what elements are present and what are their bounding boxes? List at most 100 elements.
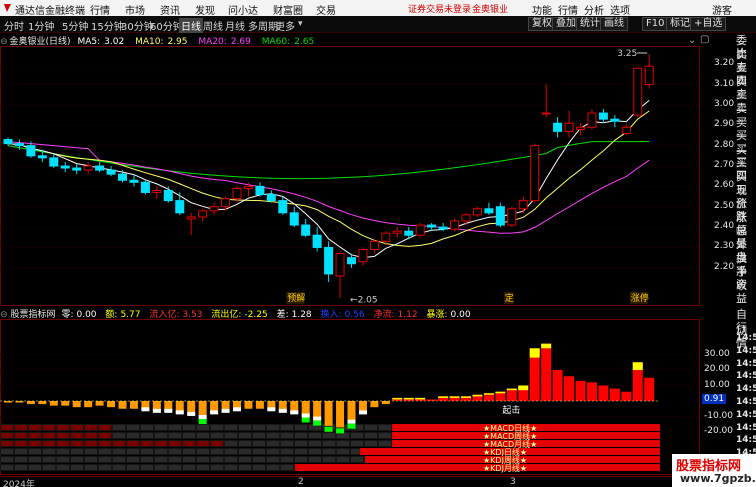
candle[interactable] xyxy=(106,166,116,177)
indicator-bar[interactable] xyxy=(301,401,310,423)
chart-expand-icon[interactable]: ▢ xyxy=(700,34,709,45)
period-tab-60min[interactable]: 60分钟 xyxy=(150,18,183,33)
indicator-bar[interactable] xyxy=(49,401,58,406)
period-tab-30min[interactable]: 30分钟 xyxy=(121,18,154,33)
candle[interactable] xyxy=(175,192,185,215)
indicator-chart[interactable]: ★MACD日线★★MACD周线★★MACD月线★★KDJ日线★★KDJ周线★★K… xyxy=(0,319,700,475)
period-tab-weekly[interactable]: 周线 xyxy=(203,18,223,33)
indicator-bar[interactable] xyxy=(290,401,299,415)
candle[interactable] xyxy=(621,123,631,136)
indicator-bar[interactable] xyxy=(381,401,390,405)
candle[interactable] xyxy=(461,212,471,226)
period-tab-more[interactable]: 更多 xyxy=(275,18,295,33)
period-tab-monthly[interactable]: 月线 xyxy=(225,18,245,33)
candle[interactable] xyxy=(209,202,219,215)
indicator-bar[interactable] xyxy=(107,401,116,408)
indicator-bar[interactable] xyxy=(461,396,471,401)
menu-item-discover[interactable]: 发现 xyxy=(195,2,215,17)
event-tag-label[interactable]: 预解 xyxy=(287,292,305,304)
menu-item-quote[interactable]: 行情 xyxy=(558,2,578,17)
candle[interactable] xyxy=(301,218,311,238)
candle[interactable] xyxy=(450,218,460,232)
indicator-bar[interactable] xyxy=(187,401,196,416)
candle[interactable] xyxy=(587,108,597,130)
candle[interactable] xyxy=(484,202,494,215)
indicator-bar[interactable] xyxy=(483,393,494,401)
indicator-bar[interactable] xyxy=(129,401,138,409)
candle[interactable] xyxy=(72,163,82,175)
indicator-bar[interactable] xyxy=(61,401,70,406)
candle[interactable] xyxy=(289,206,299,228)
indicator-bar[interactable] xyxy=(267,401,276,412)
candle[interactable] xyxy=(541,84,551,118)
candle[interactable] xyxy=(598,108,608,124)
indicator-bar[interactable] xyxy=(495,391,506,401)
add-watchlist-button[interactable]: +自选 xyxy=(690,17,727,31)
candle[interactable] xyxy=(266,190,276,203)
candle[interactable] xyxy=(140,180,150,195)
candle[interactable] xyxy=(3,137,13,146)
candle[interactable] xyxy=(312,227,322,252)
indicator-bar[interactable] xyxy=(598,385,609,402)
candle[interactable] xyxy=(369,239,379,254)
indicator-bar[interactable] xyxy=(552,370,563,401)
indicator-bar[interactable] xyxy=(38,401,47,405)
candle[interactable] xyxy=(530,143,540,203)
menu-item-options[interactable]: 选项 xyxy=(610,2,630,17)
indicator-bar[interactable] xyxy=(621,391,632,401)
candle[interactable] xyxy=(564,111,574,138)
draw-line-button[interactable]: 画线 xyxy=(600,17,628,31)
indicator-bar[interactable] xyxy=(255,401,264,409)
period-tab-15min[interactable]: 15分钟 xyxy=(91,18,124,33)
event-tag-label[interactable]: 定 xyxy=(505,292,514,304)
indicator-bar[interactable] xyxy=(84,401,93,408)
indicator-bar[interactable] xyxy=(518,385,529,402)
indicator-bar[interactable] xyxy=(72,401,81,408)
indicator-bar[interactable] xyxy=(632,362,643,401)
candle[interactable] xyxy=(404,227,414,240)
candle[interactable] xyxy=(392,227,402,238)
more-dropdown-icon[interactable]: ▾ xyxy=(298,19,303,29)
indicator-bar[interactable] xyxy=(472,394,483,401)
candle[interactable] xyxy=(415,223,425,238)
candle[interactable] xyxy=(644,54,654,89)
indicator-bar[interactable] xyxy=(609,388,620,401)
menu-item-quotes[interactable]: 行情 xyxy=(90,2,110,17)
candle[interactable] xyxy=(335,251,345,299)
candle[interactable] xyxy=(507,206,517,228)
indicator-bar[interactable] xyxy=(347,401,356,429)
candle[interactable] xyxy=(221,196,231,211)
indicator-bar[interactable] xyxy=(336,401,345,434)
login-status[interactable]: 证券交易未登录 xyxy=(408,2,471,15)
indicator-bar[interactable] xyxy=(210,401,219,415)
indicator-bar[interactable] xyxy=(403,397,414,401)
candle[interactable] xyxy=(60,161,70,173)
candle[interactable] xyxy=(49,153,59,169)
indicator-bar[interactable] xyxy=(586,382,597,401)
candle[interactable] xyxy=(553,117,563,138)
candle[interactable] xyxy=(255,182,265,197)
indicator-bar[interactable] xyxy=(529,348,540,401)
candle[interactable] xyxy=(633,67,643,118)
f10-button[interactable]: F10 xyxy=(642,17,669,31)
indicator-bar[interactable] xyxy=(244,401,253,409)
period-tab-5min[interactable]: 5分钟 xyxy=(62,18,88,33)
indicator-bar[interactable] xyxy=(415,397,426,401)
chart-settings-icon[interactable]: ⌄ xyxy=(688,35,696,46)
candle[interactable] xyxy=(152,186,162,199)
indicator-bar[interactable] xyxy=(644,377,655,401)
candle[interactable] xyxy=(358,247,368,266)
indicator-bar[interactable] xyxy=(358,401,367,415)
indicator-bar[interactable] xyxy=(164,401,173,413)
candle[interactable] xyxy=(576,123,585,136)
period-tab-timeshare[interactable]: 分时 xyxy=(4,18,24,33)
candle[interactable] xyxy=(324,241,334,283)
menu-item-analysis[interactable]: 分析 xyxy=(584,2,604,17)
candle[interactable] xyxy=(95,161,105,173)
indicator-bar[interactable] xyxy=(564,376,575,401)
indicator-bar[interactable] xyxy=(392,397,403,401)
menu-item-market[interactable]: 市场 xyxy=(125,2,145,17)
indicator-bar[interactable] xyxy=(233,401,241,412)
indicator-bar[interactable] xyxy=(198,401,207,425)
menu-item-ask[interactable]: 问小达 xyxy=(228,2,258,17)
